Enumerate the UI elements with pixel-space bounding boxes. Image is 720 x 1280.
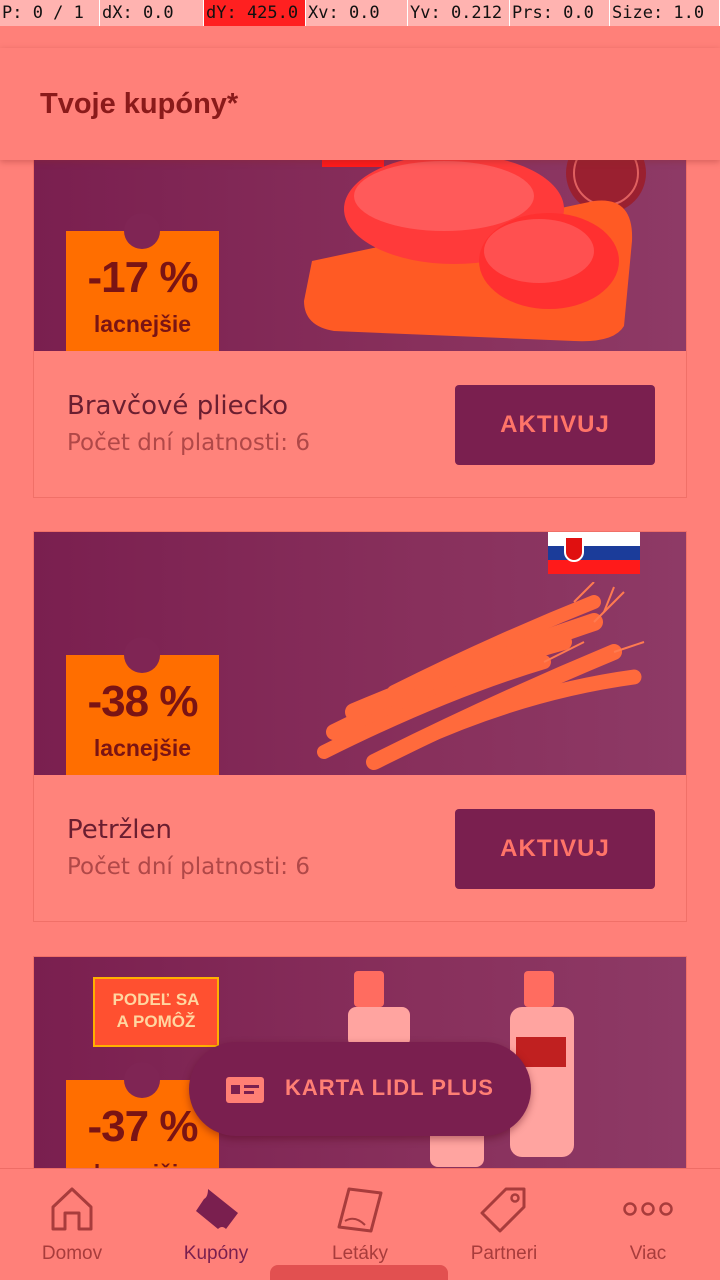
nav-label: Kupóny (183, 1243, 249, 1264)
nav-item-leaflets[interactable]: Letáky (288, 1169, 432, 1280)
debug-dx: dX: 0.0 (100, 0, 204, 26)
nav-label: Letáky (332, 1243, 388, 1264)
debug-dy: dY: 425.0 (204, 0, 306, 26)
app-bar: Tvoje kupóny* (0, 48, 720, 160)
coupon-icon (196, 1189, 238, 1229)
nav-item-more[interactable]: Viac (576, 1169, 720, 1280)
debug-size: Size: 1.0 (610, 0, 720, 26)
tag-icon (480, 1187, 526, 1233)
promo-line-1: PODEĽ SA (112, 990, 200, 1009)
coupon-info: Bravčové pliecko Počet dní platnosti: 6 … (34, 351, 686, 497)
discount-badge: -38 % lacnejšie (66, 637, 219, 775)
product-name: Bravčové pliecko (67, 391, 288, 421)
coupon-info: Petržlen Počet dní platnosti: 6 AKTIVUJ (34, 775, 686, 921)
coupon-banner: -38 % lacnejšie (34, 532, 686, 775)
nav-item-home[interactable]: Domov (0, 1169, 144, 1280)
debug-pointer: P: 0 / 1 (0, 0, 100, 26)
promo-badge: PODEĽ SA A POMÔŽ (93, 977, 219, 1047)
debug-prs: Prs: 0.0 (510, 0, 610, 26)
promo-line-2: A POMÔŽ (116, 1012, 196, 1031)
debug-xv: Xv: 0.0 (306, 0, 408, 26)
validity-text: Počet dní platnosti: 6 (67, 430, 310, 456)
nav-item-partners[interactable]: Partneri (432, 1169, 576, 1280)
discount-percent: -17 % (87, 253, 199, 302)
activate-button[interactable]: AKTIVUJ (455, 385, 655, 465)
home-indicator[interactable] (270, 1265, 448, 1280)
discount-note: lacnejšie (66, 1160, 219, 1168)
nav-label: Partneri (470, 1243, 538, 1264)
coupon-banner: -17 % lacnejšie (34, 160, 686, 351)
nav-label: Viac (629, 1243, 667, 1264)
activate-button[interactable]: AKTIVUJ (455, 809, 655, 889)
coupon-list[interactable]: -17 % lacnejšie Bravčové pliecko Počet d… (0, 160, 720, 1168)
parsley-root-image (317, 582, 645, 770)
nav-label: Domov (41, 1243, 103, 1264)
pointer-location-bar: P: 0 / 1 dX: 0.0 dY: 425.0 Xv: 0.0 Yv: 0… (0, 0, 720, 26)
lidl-plus-card-label: KARTA LIDL PLUS (285, 1075, 494, 1100)
validity-text: Počet dní platnosti: 6 (67, 854, 310, 880)
more-icon (623, 1202, 673, 1216)
home-icon (51, 1187, 93, 1231)
card-icon (226, 1077, 264, 1103)
nav-item-coupons[interactable]: Kupóny (144, 1169, 288, 1280)
coupon-card[interactable]: -17 % lacnejšie Bravčové pliecko Počet d… (33, 160, 687, 498)
discount-badge: -17 % lacnejšie (66, 213, 219, 351)
discount-note: lacnejšie (93, 735, 192, 761)
product-name: Petržlen (67, 815, 172, 845)
meat-image (304, 160, 646, 342)
discount-note: lacnejšie (93, 311, 192, 337)
lidl-plus-card-button[interactable]: KARTA LIDL PLUS (189, 1042, 531, 1136)
page-title: Tvoje kupóny* (40, 88, 239, 120)
coupon-card[interactable]: -38 % lacnejšie Petržlen Počet dní platn… (33, 531, 687, 922)
discount-percent: -38 % (87, 677, 199, 726)
debug-yv: Yv: 0.212 (408, 0, 510, 26)
leaflet-icon (337, 1187, 383, 1233)
slovak-flag-icon (548, 532, 640, 574)
bottom-navigation: Domov Kupóny Letáky Partneri Viac (0, 1168, 720, 1280)
status-bar (0, 26, 720, 48)
